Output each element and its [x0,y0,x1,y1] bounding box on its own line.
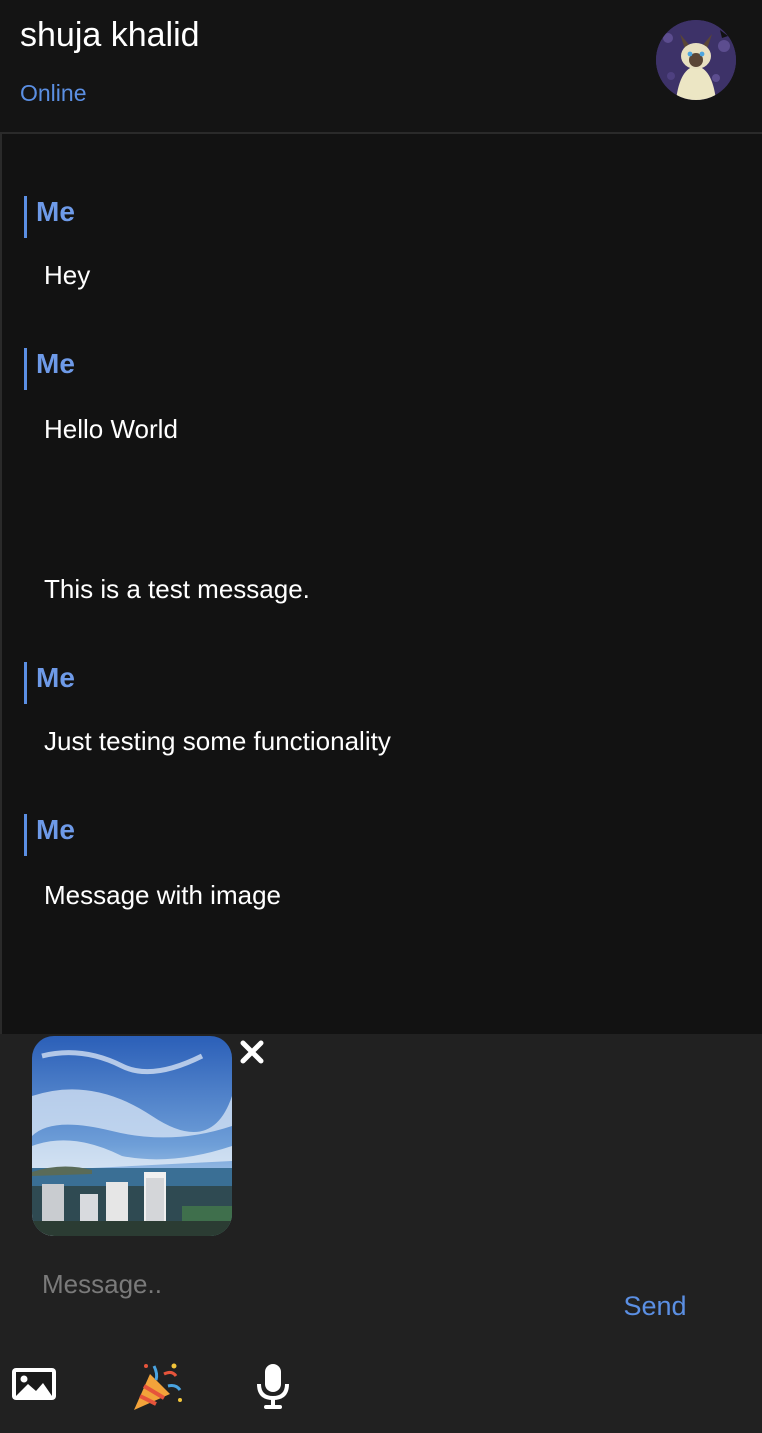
message-sender: Me [24,348,75,390]
chat-header: shuja khalid Online [0,0,762,134]
message-text: Hello World [44,414,178,444]
party-popper-icon[interactable] [130,1360,184,1414]
status-text: Online [20,80,87,106]
avatar[interactable] [656,20,736,100]
message-text: Hey [44,260,91,290]
message-sender: Me [24,196,75,238]
message-text: Message with image [44,880,281,910]
close-icon[interactable] [238,1038,266,1066]
send-button[interactable]: Send [610,1286,700,1326]
composer: Send [0,1034,762,1433]
contact-name: shuja khalid [20,16,200,54]
message-sender: Me [24,814,75,856]
message-text: This is a test message. [44,574,310,604]
message-list[interactable]: Me Hey Me Hello World This is a test mes… [0,134,762,1034]
image-icon[interactable] [10,1364,58,1404]
message-sender: Me [24,662,75,704]
sky-city-photo-icon [32,1036,232,1236]
attachment-preview [32,1036,232,1236]
microphone-icon[interactable] [256,1362,290,1410]
message-text: Just testing some functionality [44,726,391,756]
message-input[interactable] [30,1262,594,1306]
siamese-cat-avatar-icon [656,20,736,100]
